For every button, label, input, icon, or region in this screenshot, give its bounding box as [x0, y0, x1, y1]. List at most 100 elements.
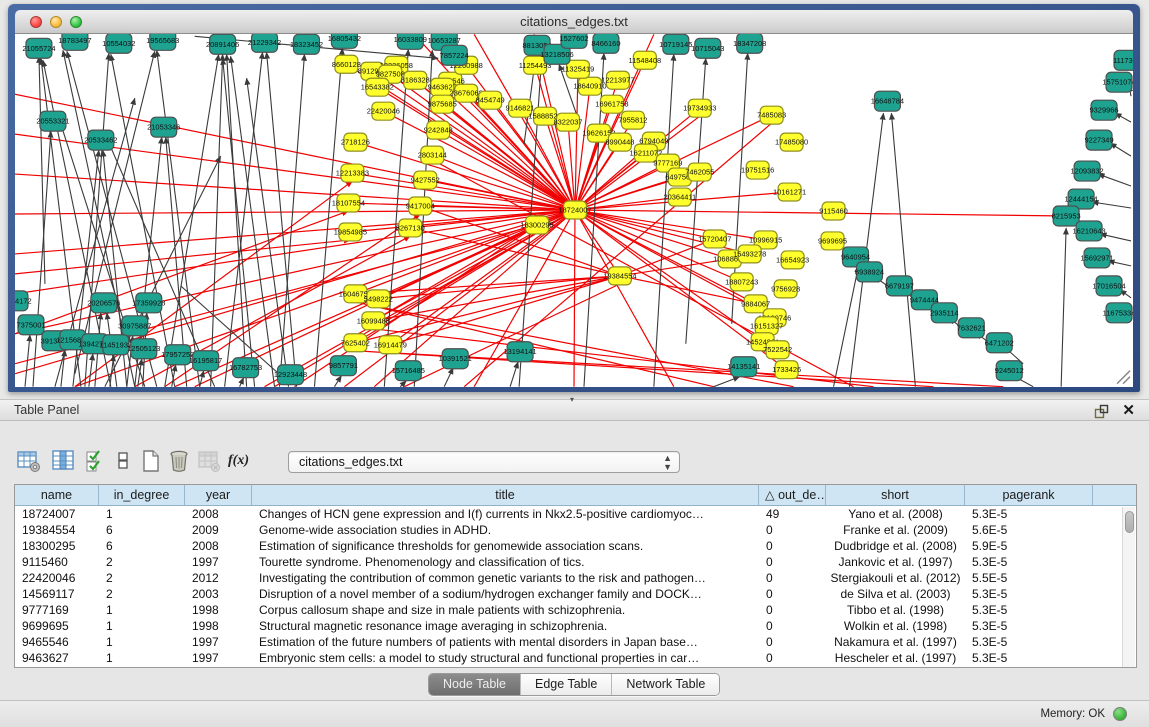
- table-cell: 5.3E-5: [965, 506, 1093, 522]
- graph-edge[interactable]: [444, 368, 453, 387]
- graph-node-label: 7375001: [16, 320, 45, 329]
- table-cell: 9115460: [15, 554, 99, 570]
- graph-node-label: 16961758: [595, 100, 628, 109]
- graph-node-label: 18724007: [558, 205, 591, 214]
- column-header-name[interactable]: name: [15, 485, 99, 506]
- new-document-icon[interactable]: [138, 448, 164, 474]
- tab-node-table[interactable]: Node Table: [429, 674, 520, 695]
- table-cell: 5.3E-5: [965, 618, 1093, 634]
- graph-edge[interactable]: [390, 353, 1003, 387]
- memory-ok-indicator[interactable]: [1113, 707, 1127, 721]
- graph-edge[interactable]: [377, 87, 575, 210]
- table-cell: 1997: [185, 650, 252, 666]
- table-cell: 0: [759, 602, 826, 618]
- graph-node-label: 10391521: [439, 354, 472, 363]
- graph-edge[interactable]: [61, 350, 65, 387]
- network-graph[interactable]: 8660128891295418226058982750816543382818…: [15, 34, 1133, 387]
- row-checks-icon[interactable]: [82, 448, 108, 474]
- column-header-indegree[interactable]: in_degree: [99, 485, 185, 506]
- vertical-scrollbar[interactable]: [1122, 507, 1135, 667]
- column-header-pagerank[interactable]: pagerank: [965, 485, 1093, 506]
- graph-node-label: 1733426: [772, 365, 801, 374]
- network-canvas[interactable]: 8660128891295418226058982750816543382818…: [15, 34, 1133, 387]
- column-header-short[interactable]: short: [826, 485, 965, 506]
- graph-edge[interactable]: [1098, 174, 1131, 186]
- graph-node-label: 12505123: [127, 344, 160, 353]
- table-cell: Hescheler et al. (1997): [826, 650, 965, 666]
- graph-node-label: 15692971: [1080, 253, 1113, 262]
- graph-node-label: 8267130: [396, 223, 425, 232]
- column-header-title[interactable]: title: [252, 485, 759, 506]
- graph-node-label: 9245012: [995, 366, 1024, 375]
- graph-node-label: 9777169: [653, 159, 682, 168]
- table-cell: 1998: [185, 618, 252, 634]
- graph-node-label: 22420046: [367, 107, 400, 116]
- scrollbar-thumb[interactable]: [1125, 511, 1134, 533]
- table-row[interactable]: 1938455462009Genome-wide association stu…: [15, 522, 1136, 538]
- table-row[interactable]: 946554611997Estimation of the future num…: [15, 634, 1136, 650]
- table-row[interactable]: 1456911722003Disruption of a novel membe…: [15, 586, 1136, 602]
- table-row[interactable]: 977716911998Corpus callosum shape and si…: [15, 602, 1136, 618]
- tab-network-table[interactable]: Network Table: [611, 674, 719, 695]
- graph-edge[interactable]: [314, 48, 342, 386]
- graph-edge[interactable]: [714, 377, 740, 387]
- table-row[interactable]: 1830029562008Estimation of significance …: [15, 538, 1136, 554]
- table-cell: Stergiakouli et al. (2012): [826, 570, 965, 586]
- graph-node-label: 13218506: [540, 50, 573, 59]
- graph-node-label: 18323452: [290, 40, 323, 49]
- table-cell: 1: [99, 634, 185, 650]
- table-cell: Tibbo et al. (1998): [826, 602, 965, 618]
- table-row[interactable]: 1872400712008Changes of HCN gene express…: [15, 506, 1136, 522]
- stacked-rows-icon[interactable]: [110, 448, 136, 474]
- graph-node-label: 7522542: [763, 345, 792, 354]
- trash-icon[interactable]: [166, 448, 192, 474]
- graph-edge[interactable]: [510, 362, 518, 387]
- graph-edge[interactable]: [654, 54, 674, 386]
- graph-edge[interactable]: [334, 376, 341, 387]
- table-cell: 2003: [185, 586, 252, 602]
- delete-table-icon[interactable]: [196, 448, 222, 474]
- graph-node-label: 16151327: [750, 321, 783, 330]
- graph-node-label: 6471202: [985, 338, 1014, 347]
- graph-edge[interactable]: [240, 378, 244, 387]
- graph-edge[interactable]: [15, 210, 575, 214]
- graph-node-label: 16914479: [374, 340, 407, 349]
- function-builder-icon[interactable]: f(x): [228, 448, 262, 474]
- graph-node-label: 12213383: [336, 169, 369, 178]
- table-cell: Estimation of the future numbers of pati…: [252, 634, 759, 650]
- tab-edge-table[interactable]: Edge Table: [520, 674, 611, 695]
- table-settings-icon[interactable]: [16, 448, 42, 474]
- graph-edge[interactable]: [200, 371, 204, 387]
- graph-edge[interactable]: [1061, 228, 1066, 387]
- table-row[interactable]: 946362711997Embryonic stem cells: a mode…: [15, 650, 1136, 666]
- table-row[interactable]: 2242004622012Investigating the contribut…: [15, 570, 1136, 586]
- graph-edge[interactable]: [438, 130, 575, 210]
- graph-node-label: 13194141: [503, 347, 536, 356]
- table-selector[interactable]: citations_edges.txt ▲▼: [288, 451, 680, 473]
- graph-node-label: 16654923: [776, 255, 809, 264]
- table-cell: Embryonic stem cells: a model to study s…: [252, 650, 759, 666]
- graph-edge[interactable]: [834, 266, 859, 387]
- table-row[interactable]: 969969511998Structural magnetic resonanc…: [15, 618, 1136, 634]
- network-window-titlebar[interactable]: citations_edges.txt: [15, 10, 1133, 34]
- splitter-grip-icon[interactable]: ▾: [570, 397, 580, 403]
- table-cell: Tourette syndrome. Phenomenology and cla…: [252, 554, 759, 570]
- column-header-outde[interactable]: △ out_de…: [759, 485, 826, 506]
- graph-node-label: 2718126: [341, 138, 370, 147]
- graph-node-label: 9884067: [741, 299, 770, 308]
- column-header-year[interactable]: year: [185, 485, 252, 506]
- float-panel-icon[interactable]: [1094, 404, 1109, 419]
- table-row[interactable]: 911546021997Tourette syndrome. Phenomeno…: [15, 554, 1136, 570]
- graph-edge[interactable]: [1092, 202, 1131, 208]
- graph-edge[interactable]: [1110, 143, 1131, 156]
- graph-node-label: 20206576: [87, 298, 120, 307]
- graph-edge[interactable]: [89, 354, 93, 387]
- select-column-icon[interactable]: [50, 448, 76, 474]
- network-window[interactable]: citations_edges.txt 86601288912954182260…: [8, 4, 1140, 392]
- graph-edge[interactable]: [620, 239, 715, 276]
- resize-grip[interactable]: [1117, 371, 1130, 384]
- graph-edge[interactable]: [15, 211, 348, 334]
- graph-edge[interactable]: [891, 113, 915, 387]
- graph-edge[interactable]: [39, 56, 45, 284]
- close-panel-icon[interactable]: ✕: [1122, 402, 1135, 420]
